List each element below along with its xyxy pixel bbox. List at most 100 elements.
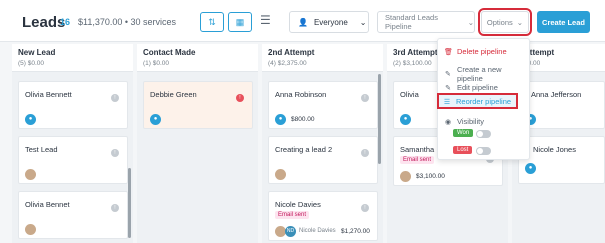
lead-card[interactable]: Debbie Green ! ● <box>143 81 253 129</box>
top-bar: Leads 16 $11,370.00 • 30 services ⇅ ▦ ☰ … <box>0 0 605 42</box>
column-summary: (4) $2,375.00 <box>268 60 307 67</box>
status-dot-icon: ! <box>111 94 119 102</box>
lead-card[interactable]: Test Lead ! <box>18 136 128 184</box>
column-header: Contact Made (1) $0.00 <box>137 44 258 72</box>
column-summary: $0.00 <box>524 60 541 67</box>
lead-name: Nicole Davies <box>275 200 321 209</box>
menu-icon: ☰ <box>260 13 271 27</box>
owner-filter-select[interactable]: 👤 Everyone ⌄ <box>289 11 369 33</box>
lead-name: Anna Robinson <box>275 90 327 99</box>
lead-name: Nicole Jones <box>533 145 576 154</box>
status-dot-icon: ! <box>361 149 369 157</box>
lead-value: $3,100.00 <box>416 173 445 180</box>
avatar <box>275 169 286 180</box>
column-summary: (1) $0.00 <box>143 60 170 67</box>
menu-item-create-pipeline[interactable]: ✎ Create a new pipeline <box>444 65 529 83</box>
lost-visibility-toggle[interactable] <box>476 147 491 155</box>
pipeline-select-value: Standard Leads Pipeline <box>385 13 438 31</box>
column-title: New Lead <box>18 48 56 57</box>
column-title: Contact Made <box>143 48 196 57</box>
menu-item-label: Create a new pipeline <box>456 65 502 83</box>
lead-card[interactable]: Nicole Davies ! Email sent ND Nicole Dav… <box>268 191 378 241</box>
menu-item-label: Visibility <box>457 117 484 126</box>
column-title: Attempt <box>524 48 555 57</box>
create-lead-button[interactable]: Create Lead <box>537 11 590 33</box>
menu-item-delete-pipeline[interactable]: 🗑 Delete pipeline <box>444 47 507 56</box>
lead-name: Olivia Bennett <box>25 90 72 99</box>
list-view-button[interactable]: ☰ <box>260 13 271 27</box>
column-summary: (5) $0.00 <box>18 60 45 67</box>
status-dot-icon: ! <box>361 204 369 212</box>
lead-name: Debbie Green <box>150 90 197 99</box>
calendar-icon: ▦ <box>235 16 245 27</box>
won-visibility-toggle[interactable] <box>476 130 491 138</box>
list-icon: ☰ <box>443 98 451 106</box>
pipeline-column-contact-made: Contact Made (1) $0.00 Debbie Green ! ● <box>137 44 258 243</box>
lead-value: $1,270.00 <box>341 228 370 235</box>
lead-count-badge: 16 <box>60 17 71 27</box>
lead-name: Anna Jefferson <box>531 90 582 99</box>
options-label: Options <box>486 17 513 27</box>
avatar: ● <box>25 114 36 125</box>
lead-name: Test Lead <box>25 145 58 154</box>
lead-owner: Nicole Davies <box>299 228 336 234</box>
column-header: New Lead (5) $0.00 <box>12 44 133 72</box>
chevron-down-icon: ⌄ <box>467 17 474 27</box>
lead-card[interactable]: Olivia Bennet ! <box>18 191 128 239</box>
pipeline-summary: $11,370.00 • 30 services <box>78 17 177 27</box>
owner-avatar: ND <box>285 226 296 237</box>
won-label: Won <box>453 129 474 137</box>
menu-item-reorder-pipeline[interactable]: ☰ Reorder pipeline <box>437 93 518 109</box>
page-title: Leads <box>22 14 66 31</box>
owner-filter-value: Everyone <box>313 17 348 27</box>
avatar: ● <box>400 114 411 125</box>
trash-icon: 🗑 <box>444 48 453 56</box>
avatar: ● <box>150 114 161 125</box>
avatar: ● <box>525 163 536 174</box>
avatar: ● <box>275 114 286 125</box>
lead-card[interactable]: Olivia Bennett ! ● <box>18 81 128 129</box>
column-title: 2nd Attempt <box>268 48 315 57</box>
lead-name: Olivia Bennet <box>25 200 70 209</box>
chevron-down-icon: ⌄ <box>359 17 367 27</box>
column-header: 2nd Attempt (4) $2,375.00 <box>262 44 383 72</box>
lost-label: Lost <box>453 146 473 154</box>
email-sent-badge: Email sent <box>275 211 310 219</box>
lead-name: Samantha <box>400 145 435 154</box>
alert-dot-icon: ! <box>236 94 244 102</box>
lead-card[interactable]: Nicole Jones ● <box>518 136 605 184</box>
avatar <box>25 224 36 235</box>
pencil-icon: ✎ <box>445 71 451 78</box>
options-button[interactable]: Options ⌄ <box>478 8 532 36</box>
pipeline-column-new-lead: New Lead (5) $0.00 Olivia Bennett ! ● Te… <box>12 44 133 243</box>
menu-item-visibility: ◉ Visibility <box>444 117 484 126</box>
eye-icon: ◉ <box>444 118 452 126</box>
sort-button[interactable]: ⇅ <box>200 12 224 32</box>
status-dot-icon: ! <box>361 94 369 102</box>
chevron-down-icon: ⌄ <box>516 17 524 27</box>
lead-card[interactable]: Anna Jefferson ● <box>518 81 605 129</box>
pipeline-column-2nd-attempt: 2nd Attempt (4) $2,375.00 Anna Robinson … <box>262 44 383 243</box>
status-dot-icon: ! <box>111 204 119 212</box>
calendar-view-button[interactable]: ▦ <box>228 12 252 32</box>
column-scrollbar[interactable] <box>378 74 381 164</box>
lead-name: Olivia <box>400 90 419 99</box>
pencil-icon: ✎ <box>445 84 451 92</box>
status-dot-icon: ! <box>111 149 119 157</box>
menu-item-label: Reorder pipeline <box>456 97 512 106</box>
email-sent-badge: Email sent <box>400 156 435 164</box>
pipeline-select[interactable]: Standard Leads Pipeline ⌄ <box>377 11 475 33</box>
lead-card[interactable]: Creating a lead 2 ! <box>268 136 378 184</box>
menu-item-label: Delete pipeline <box>457 47 507 56</box>
lead-card[interactable]: Anna Robinson ! ● $800.00 <box>268 81 378 129</box>
user-icon: 👤 <box>298 17 308 27</box>
avatar <box>25 169 36 180</box>
column-scrollbar[interactable] <box>128 168 131 238</box>
avatar <box>400 171 411 182</box>
lead-value: $800.00 <box>291 116 315 123</box>
sort-icon: ⇅ <box>208 16 216 27</box>
lead-name: Creating a lead 2 <box>275 145 333 154</box>
menu-item-row: ☰ Reorder pipeline <box>443 97 511 106</box>
menu-item-edit-pipeline[interactable]: ✎ Edit pipeline <box>444 83 498 92</box>
menu-item-label: Edit pipeline <box>457 83 498 92</box>
